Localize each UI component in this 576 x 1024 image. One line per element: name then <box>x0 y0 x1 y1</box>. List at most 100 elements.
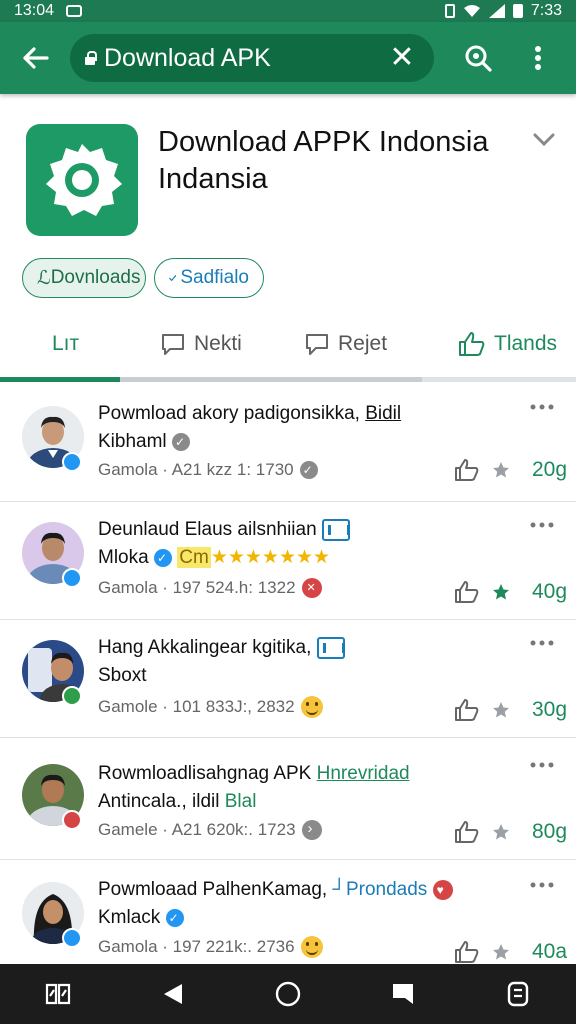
rating-stars: ★★★★★★★ <box>210 547 331 568</box>
status-time-left: 13:04 <box>14 2 55 19</box>
smiley-icon <box>300 936 323 958</box>
avatar-badge <box>62 810 82 830</box>
list-item[interactable]: Powmload akory padigonsikka, Bidil Kibha… <box>0 382 576 502</box>
home-circle-icon <box>275 981 301 1007</box>
smiley-icon <box>300 696 323 718</box>
verified-chip-label: Sadfialo <box>180 267 249 288</box>
item-count: 20g <box>532 458 568 481</box>
item-title: Rowmloadlisahgnag APK Hnrevridad Antinca… <box>98 760 518 816</box>
like-icon[interactable] <box>454 940 480 964</box>
star-icon[interactable] <box>492 461 510 479</box>
tab-comments[interactable]: Nekti <box>160 318 242 370</box>
item-count: 30g <box>532 698 568 721</box>
verified-icon <box>171 432 190 451</box>
tab-list-label: Lıт <box>52 332 80 355</box>
tab-reviews[interactable]: Rejet <box>304 318 387 370</box>
item-subtitle: Antincala., ildil <box>98 791 225 812</box>
like-icon[interactable] <box>454 820 480 844</box>
downloads-chip[interactable]: ℒ Dovnloads <box>22 258 146 298</box>
search-field[interactable]: Download APK ✕ <box>70 34 434 82</box>
verified-icon <box>165 908 184 927</box>
item-subtitle: Kmlack <box>98 907 161 928</box>
item-subtitle-link[interactable]: Blal <box>225 791 257 812</box>
app-box-icon <box>321 518 350 541</box>
signal-icon <box>488 4 505 18</box>
square-icon <box>393 984 414 1004</box>
check-icon <box>169 275 177 281</box>
item-title-text: Powmload akory padigonsikka, <box>98 403 366 424</box>
item-actions: 20g <box>454 458 567 482</box>
list-item[interactable]: Deunlaud Elaus ailsnhiian Mloka Cm★★★★★★… <box>0 500 576 620</box>
chevron-down-icon[interactable] <box>530 128 558 152</box>
item-count: 40a <box>532 940 568 963</box>
gear-icon <box>46 144 122 216</box>
like-icon[interactable] <box>454 458 480 482</box>
search-text[interactable]: Download APK <box>104 44 384 73</box>
item-title-link[interactable]: Bidil <box>365 403 401 424</box>
item-title: Deunlaud Elaus ailsnhiian Mloka Cm★★★★★★… <box>98 516 518 572</box>
item-title: Hang Akkalingear kgitika, Sboxt <box>98 634 518 690</box>
more-horiz-icon[interactable] <box>530 760 554 770</box>
avatar-badge <box>62 452 82 472</box>
more-horiz-icon[interactable] <box>530 638 554 648</box>
back-arrow-icon <box>23 47 49 69</box>
thumbs-up-icon <box>459 332 485 356</box>
vibrate-icon <box>444 4 455 18</box>
item-meta-text: Gamele · A21 620k:. 1723 <box>98 820 296 839</box>
star-icon[interactable] <box>492 583 510 601</box>
tab-trends[interactable]: Tlands <box>458 318 557 370</box>
item-subtitle: Kibhaml <box>98 431 167 452</box>
check-circle-icon <box>299 461 318 479</box>
more-horiz-icon[interactable] <box>530 520 554 530</box>
item-highlight: Cm <box>177 547 211 568</box>
item-title-text: Rowmloadlisahgnag APK <box>98 763 317 784</box>
system-nav-bar <box>0 964 576 1024</box>
item-meta: Gamole · 101 833J:, 2832 <box>98 696 323 718</box>
item-title-link[interactable]: Prondads <box>346 879 427 900</box>
list-item[interactable]: Rowmloadlisahgnag APK Hnrevridad Antinca… <box>0 740 576 860</box>
search-button[interactable] <box>448 22 508 94</box>
like-icon[interactable] <box>454 698 480 722</box>
nav-home-button[interactable] <box>258 964 318 1024</box>
more-horiz-icon[interactable] <box>530 880 554 890</box>
item-count: 40g <box>532 580 568 603</box>
item-actions: 80g <box>454 820 567 844</box>
item-actions: 40g <box>454 580 567 604</box>
item-title-text: Hang Akkalingear kgitika, <box>98 637 317 658</box>
back-button[interactable] <box>0 22 70 94</box>
close-icon[interactable]: ✕ <box>384 43 420 73</box>
avatar-badge <box>62 686 82 706</box>
item-subtitle: Mloka <box>98 547 149 568</box>
tab-reviews-label: Rejet <box>338 332 388 355</box>
star-icon[interactable] <box>492 943 510 961</box>
tab-bar: Lıт Nekti Rejet Tlands <box>0 318 576 382</box>
like-icon[interactable] <box>454 580 480 604</box>
item-title: Powmloaad PalhenKamag, ┘Prondads Kmlack <box>98 876 518 932</box>
nav-recents-button[interactable] <box>373 964 433 1024</box>
nav-screenshot-button[interactable] <box>28 964 88 1024</box>
verified-chip[interactable]: Sadfialo <box>154 258 264 298</box>
list-item[interactable]: Hang Akkalingear kgitika, Sboxt Gamole ·… <box>0 618 576 738</box>
heart-icon <box>432 879 453 900</box>
item-meta: Gamele · A21 620k:. 1723 <box>98 819 322 840</box>
more-horiz-icon[interactable] <box>530 402 554 412</box>
star-icon[interactable] <box>492 823 510 841</box>
nav-app-button[interactable] <box>488 964 548 1024</box>
overflow-menu-button[interactable] <box>508 22 568 94</box>
lock-icon <box>84 51 97 65</box>
nav-back-button[interactable] <box>143 964 203 1024</box>
star-icon[interactable] <box>492 701 510 719</box>
item-count: 80g <box>532 820 568 843</box>
comment-icon <box>162 334 184 355</box>
list-item[interactable]: Powmloaad PalhenKamag, ┘Prondads Kmlack … <box>0 860 576 980</box>
item-title-link-prefix: ┘ <box>332 879 346 900</box>
tab-list[interactable]: Lıт <box>52 318 79 370</box>
battery-icon <box>512 4 523 18</box>
item-subtitle: Sboxt <box>98 665 147 686</box>
chat-icon <box>306 334 328 355</box>
notification-icon <box>66 5 83 17</box>
verified-icon <box>153 548 172 567</box>
more-vert-icon <box>535 46 541 70</box>
item-title-link[interactable]: Hnrevridad <box>317 763 410 784</box>
triangle-back-icon <box>163 984 182 1004</box>
